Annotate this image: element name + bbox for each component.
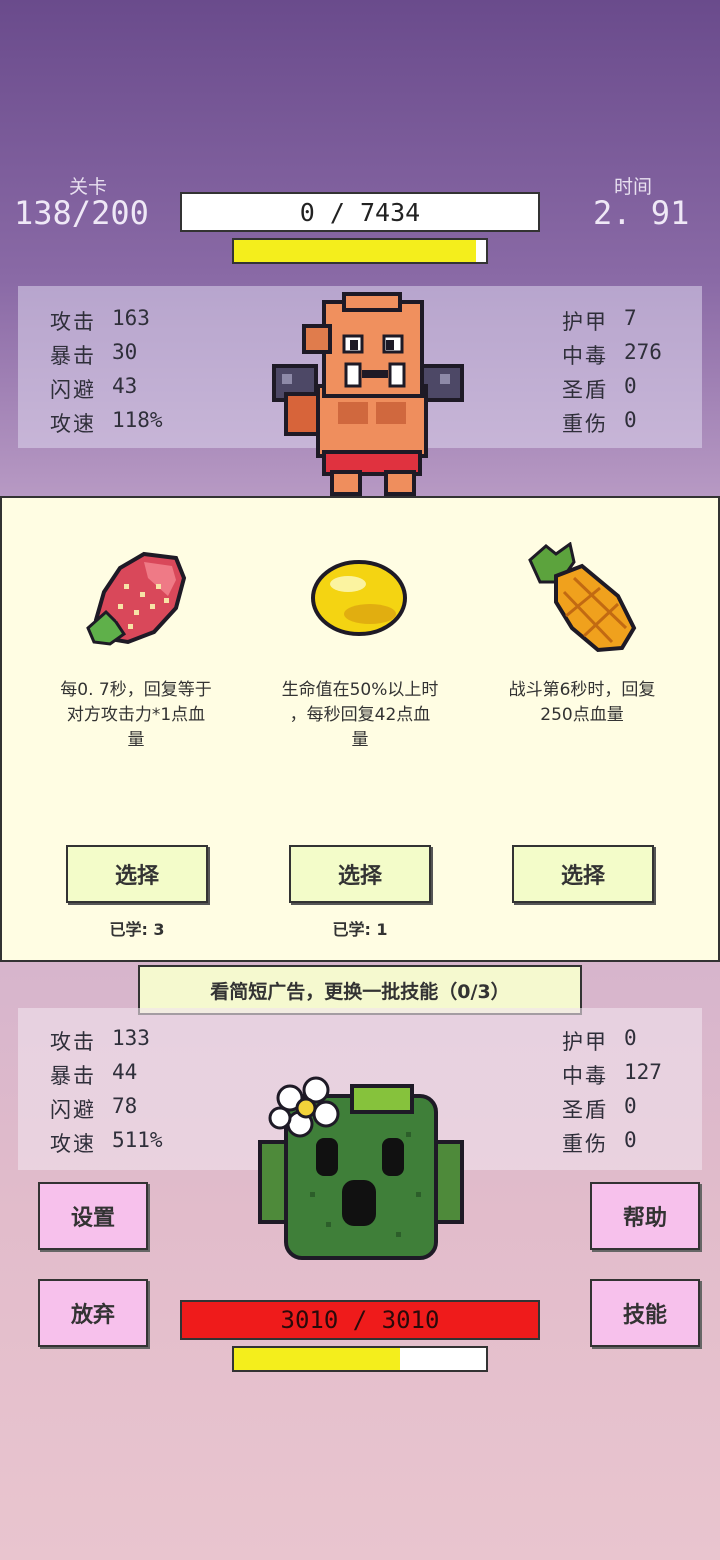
player-stat-value: 133 xyxy=(112,1026,150,1050)
enemy-stat-name: 中毒 xyxy=(562,344,608,368)
player-stat-row: 攻速 511% xyxy=(50,1128,163,1158)
enemy-timer-fill xyxy=(234,240,476,262)
player-timer-fill xyxy=(234,1348,401,1370)
enemy-stat-name: 攻击 xyxy=(50,310,96,334)
skill-desc-2-line: 量 xyxy=(351,730,369,750)
give-up-button[interactable]: 放弃 xyxy=(38,1279,148,1347)
player-stat-value: 0 xyxy=(624,1128,637,1152)
enemy-stat-value: 0 xyxy=(624,374,637,398)
choose-skill-2-button[interactable]: 选择 xyxy=(289,845,431,903)
skill-desc-2-line: ，每秒回复42点血 xyxy=(289,705,431,725)
enemy-stat-name: 护甲 xyxy=(562,310,608,334)
player-stat-value: 0 xyxy=(624,1094,637,1118)
player-stat-row: 护甲 0 xyxy=(562,1026,637,1056)
help-label: 帮助 xyxy=(622,1206,667,1231)
choose-skill-1-button[interactable]: 选择 xyxy=(66,845,208,903)
choose-skill-3-label: 选择 xyxy=(560,864,605,889)
pineapple-icon xyxy=(528,542,637,653)
player-cactus-sprite xyxy=(258,1076,464,1260)
player-stat-row: 中毒 127 xyxy=(562,1060,662,1090)
enemy-stat-row: 闪避 43 xyxy=(50,374,137,404)
player-stat-name: 中毒 xyxy=(562,1064,608,1088)
enemy-timer-bar xyxy=(232,238,488,264)
settings-button[interactable]: 设置 xyxy=(38,1182,148,1250)
enemy-stat-name: 暴击 xyxy=(50,344,96,368)
player-stat-name: 闪避 xyxy=(50,1098,96,1122)
enemy-stat-row: 重伤 0 xyxy=(562,408,637,438)
player-stat-name: 圣盾 xyxy=(562,1098,608,1122)
enemy-stat-value: 276 xyxy=(624,340,662,364)
choose-skill-2-label: 选择 xyxy=(337,864,382,889)
enemy-stat-value: 7 xyxy=(624,306,637,330)
enemy-stat-value: 0 xyxy=(624,408,637,432)
enemy-stat-row: 护甲 7 xyxy=(562,306,637,336)
player-stat-row: 重伤 0 xyxy=(562,1128,637,1158)
strawberry-icon xyxy=(86,551,187,646)
skill-desc-3-line: 战斗第6秒时，回复 xyxy=(508,680,656,700)
skills-button[interactable]: 技能 xyxy=(590,1279,700,1347)
player-stat-value: 78 xyxy=(112,1094,138,1118)
player-stat-value: 0 xyxy=(624,1026,637,1050)
enemy-stat-row: 圣盾 0 xyxy=(562,374,637,404)
help-button[interactable]: 帮助 xyxy=(590,1182,700,1250)
enemy-stat-name: 圣盾 xyxy=(562,378,608,402)
skill-desc-1: 每0. 7秒，回复等于 对方攻击力*1点血 量 xyxy=(26,678,246,753)
skill-2-learned-count: 已学: 1 xyxy=(332,920,388,939)
skill-desc-3-line: 250点血量 xyxy=(540,705,624,725)
player-stat-value: 127 xyxy=(624,1060,662,1084)
level-value: 138/200 xyxy=(14,194,149,232)
player-stat-row: 暴击 44 xyxy=(50,1060,137,1090)
enemy-stat-value: 43 xyxy=(112,374,138,398)
player-timer-bar xyxy=(232,1346,488,1372)
player-stat-row: 闪避 78 xyxy=(50,1094,137,1124)
enemy-stat-row: 攻速 118% xyxy=(50,408,163,438)
enemy-stat-row: 中毒 276 xyxy=(562,340,662,370)
watch-ad-refresh-label: 看简短广告，更换一批技能（0/3） xyxy=(210,980,510,1003)
skills-label: 技能 xyxy=(622,1303,667,1328)
lemon-icon xyxy=(311,560,407,636)
player-stat-name: 重伤 xyxy=(562,1132,608,1156)
skill-desc-1-line: 每0. 7秒，回复等于 xyxy=(60,680,212,700)
player-stat-value: 511% xyxy=(112,1128,163,1152)
skill-desc-1-line: 对方攻击力*1点血 xyxy=(66,705,206,725)
enemy-stat-row: 暴击 30 xyxy=(50,340,137,370)
player-hp-bar: 3010 / 3010 xyxy=(180,1300,540,1340)
skill-desc-2-line: 生命值在50%以上时 xyxy=(281,680,439,700)
skill-1-learned-count: 已学: 3 xyxy=(109,920,165,939)
enemy-stat-name: 攻速 xyxy=(50,412,96,436)
enemy-stat-row: 攻击 163 xyxy=(50,306,150,336)
enemy-hp-text: 0 / 7434 xyxy=(299,197,421,227)
enemy-stat-value: 30 xyxy=(112,340,138,364)
enemy-stat-value: 163 xyxy=(112,306,150,330)
player-stat-name: 攻速 xyxy=(50,1132,96,1156)
skill-desc-2: 生命值在50%以上时 ，每秒回复42点血 量 xyxy=(250,678,470,753)
player-hp-text: 3010 / 3010 xyxy=(280,1306,440,1334)
enemy-hp-bar: 0 / 7434 xyxy=(180,192,540,232)
enemy-monster-sprite xyxy=(272,292,464,496)
choose-skill-1-label: 选择 xyxy=(114,864,159,889)
enemy-stat-value: 118% xyxy=(112,408,163,432)
skill-desc-3: 战斗第6秒时，回复 250点血量 xyxy=(472,678,692,728)
choose-skill-3-button[interactable]: 选择 xyxy=(512,845,654,903)
time-value: 2. 91 xyxy=(593,194,690,232)
skill-desc-1-line: 量 xyxy=(127,730,145,750)
settings-label: 设置 xyxy=(70,1206,115,1231)
player-stat-value: 44 xyxy=(112,1060,138,1084)
enemy-stat-name: 闪避 xyxy=(50,378,96,402)
player-stat-name: 暴击 xyxy=(50,1064,96,1088)
player-stat-row: 圣盾 0 xyxy=(562,1094,637,1124)
player-stat-name: 护甲 xyxy=(562,1030,608,1054)
player-stat-name: 攻击 xyxy=(50,1030,96,1054)
player-stat-row: 攻击 133 xyxy=(50,1026,150,1056)
give-up-label: 放弃 xyxy=(70,1303,115,1328)
enemy-stat-name: 重伤 xyxy=(562,412,608,436)
